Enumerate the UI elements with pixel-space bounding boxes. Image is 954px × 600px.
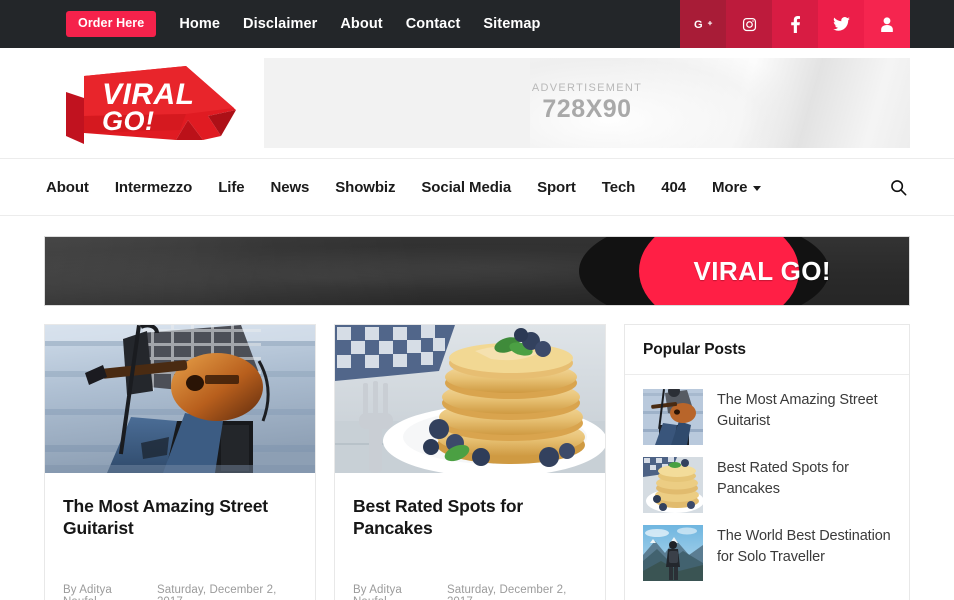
hero-banner[interactable]: VIRAL GO! <box>44 236 910 306</box>
top-link-contact[interactable]: Contact <box>406 16 461 32</box>
pancakes-thumb[interactable] <box>643 457 703 513</box>
nav-item-tech[interactable]: Tech <box>602 179 636 196</box>
popular-posts-header: Popular Posts <box>625 325 909 375</box>
post-cards: The Most Amazing Street Guitarist By Adi… <box>44 324 606 600</box>
ad-label: ADVERTISEMENT <box>531 82 643 94</box>
list-item[interactable]: The Most Amazing Street Guitarist <box>643 389 891 445</box>
nav-item-showbiz[interactable]: Showbiz <box>335 179 395 196</box>
popular-post-title[interactable]: The Most Amazing Street Guitarist <box>717 389 891 445</box>
post-card[interactable]: Best Rated Spots for Pancakes By Aditya … <box>334 324 606 600</box>
street-guitarist-thumb[interactable] <box>643 389 703 445</box>
street-guitarist-photo[interactable] <box>45 325 315 473</box>
nav-item-intermezzo[interactable]: Intermezzo <box>115 179 192 196</box>
post-title[interactable]: The Most Amazing Street Guitarist <box>63 495 297 540</box>
post-date: Saturday, December 2, 2017 <box>156 583 277 600</box>
content-area: The Most Amazing Street Guitarist By Adi… <box>0 306 954 600</box>
top-bar: Order Here Home Disclaimer About Contact… <box>0 0 954 48</box>
svg-text:G: G <box>694 19 703 31</box>
post-card-body: The Most Amazing Street Guitarist By Adi… <box>45 473 315 600</box>
post-card[interactable]: The Most Amazing Street Guitarist By Adi… <box>44 324 316 600</box>
popular-post-title[interactable]: Best Rated Spots for Pancakes <box>717 457 891 513</box>
main-navigation: About Intermezzo Life News Showbiz Socia… <box>0 158 954 216</box>
widget-title: Popular Posts <box>643 341 746 358</box>
nav-item-news[interactable]: News <box>270 179 309 196</box>
post-meta: By Aditya Naufal Saturday, December 2, 2… <box>63 584 297 600</box>
social-links: G <box>680 0 910 48</box>
nav-item-social-media[interactable]: Social Media <box>421 179 511 196</box>
search-icon[interactable] <box>890 179 907 196</box>
list-item[interactable]: The World Best Destination for Solo Trav… <box>643 525 891 581</box>
top-link-sitemap[interactable]: Sitemap <box>483 16 540 32</box>
post-card-body: Best Rated Spots for Pancakes By Aditya … <box>335 473 605 600</box>
top-link-disclaimer[interactable]: Disclaimer <box>243 16 317 32</box>
nav-item-about[interactable]: About <box>46 179 89 196</box>
chevron-down-icon <box>753 185 762 191</box>
nav-item-life[interactable]: Life <box>218 179 244 196</box>
list-item[interactable]: Best Rated Spots for Pancakes <box>643 457 891 513</box>
popular-post-title[interactable]: The World Best Destination for Solo Trav… <box>717 525 891 581</box>
advertisement-banner[interactable]: ADVERTISEMENT 728X90 <box>264 58 910 148</box>
post-author: By Aditya Naufal <box>63 583 112 600</box>
popular-posts-widget: Popular Posts The Most Amazing Street Gu… <box>624 324 910 600</box>
nav-item-more[interactable]: More <box>711 178 762 196</box>
instagram-icon[interactable] <box>726 0 772 48</box>
svg-text:GO!: GO! <box>102 106 155 136</box>
site-logo[interactable]: VIRAL GO! <box>58 58 254 148</box>
site-header: VIRAL GO! ADVERTISEMENT 728X90 <box>0 48 954 158</box>
hero-banner-wrapper: VIRAL GO! <box>0 216 954 306</box>
twitter-icon[interactable] <box>818 0 864 48</box>
pancakes-photo[interactable] <box>335 325 605 473</box>
order-here-button[interactable]: Order Here <box>66 11 157 37</box>
nav-item-404[interactable]: 404 <box>661 179 686 196</box>
ad-size: 728X90 <box>542 95 632 123</box>
sidebar: Popular Posts The Most Amazing Street Gu… <box>624 324 910 600</box>
hero-title: VIRAL GO! <box>693 255 831 286</box>
top-bar-left-group: Order Here Home Disclaimer About Contact… <box>0 0 541 48</box>
popular-posts-list: The Most Amazing Street Guitarist Best R… <box>625 375 909 600</box>
post-meta: By Aditya Naufal Saturday, December 2, 2… <box>353 584 587 600</box>
user-account-icon[interactable] <box>864 0 910 48</box>
facebook-icon[interactable] <box>772 0 818 48</box>
nav-item-sport[interactable]: Sport <box>537 179 576 196</box>
post-author: By Aditya Naufal <box>353 583 402 600</box>
top-link-about[interactable]: About <box>340 16 382 32</box>
mountain-traveller-thumb[interactable] <box>643 525 703 581</box>
post-date: Saturday, December 2, 2017 <box>446 583 567 600</box>
google-plus-icon[interactable]: G <box>680 0 726 48</box>
top-link-home[interactable]: Home <box>179 16 220 32</box>
nav-item-more-label: More <box>711 178 748 196</box>
post-title[interactable]: Best Rated Spots for Pancakes <box>353 495 587 540</box>
